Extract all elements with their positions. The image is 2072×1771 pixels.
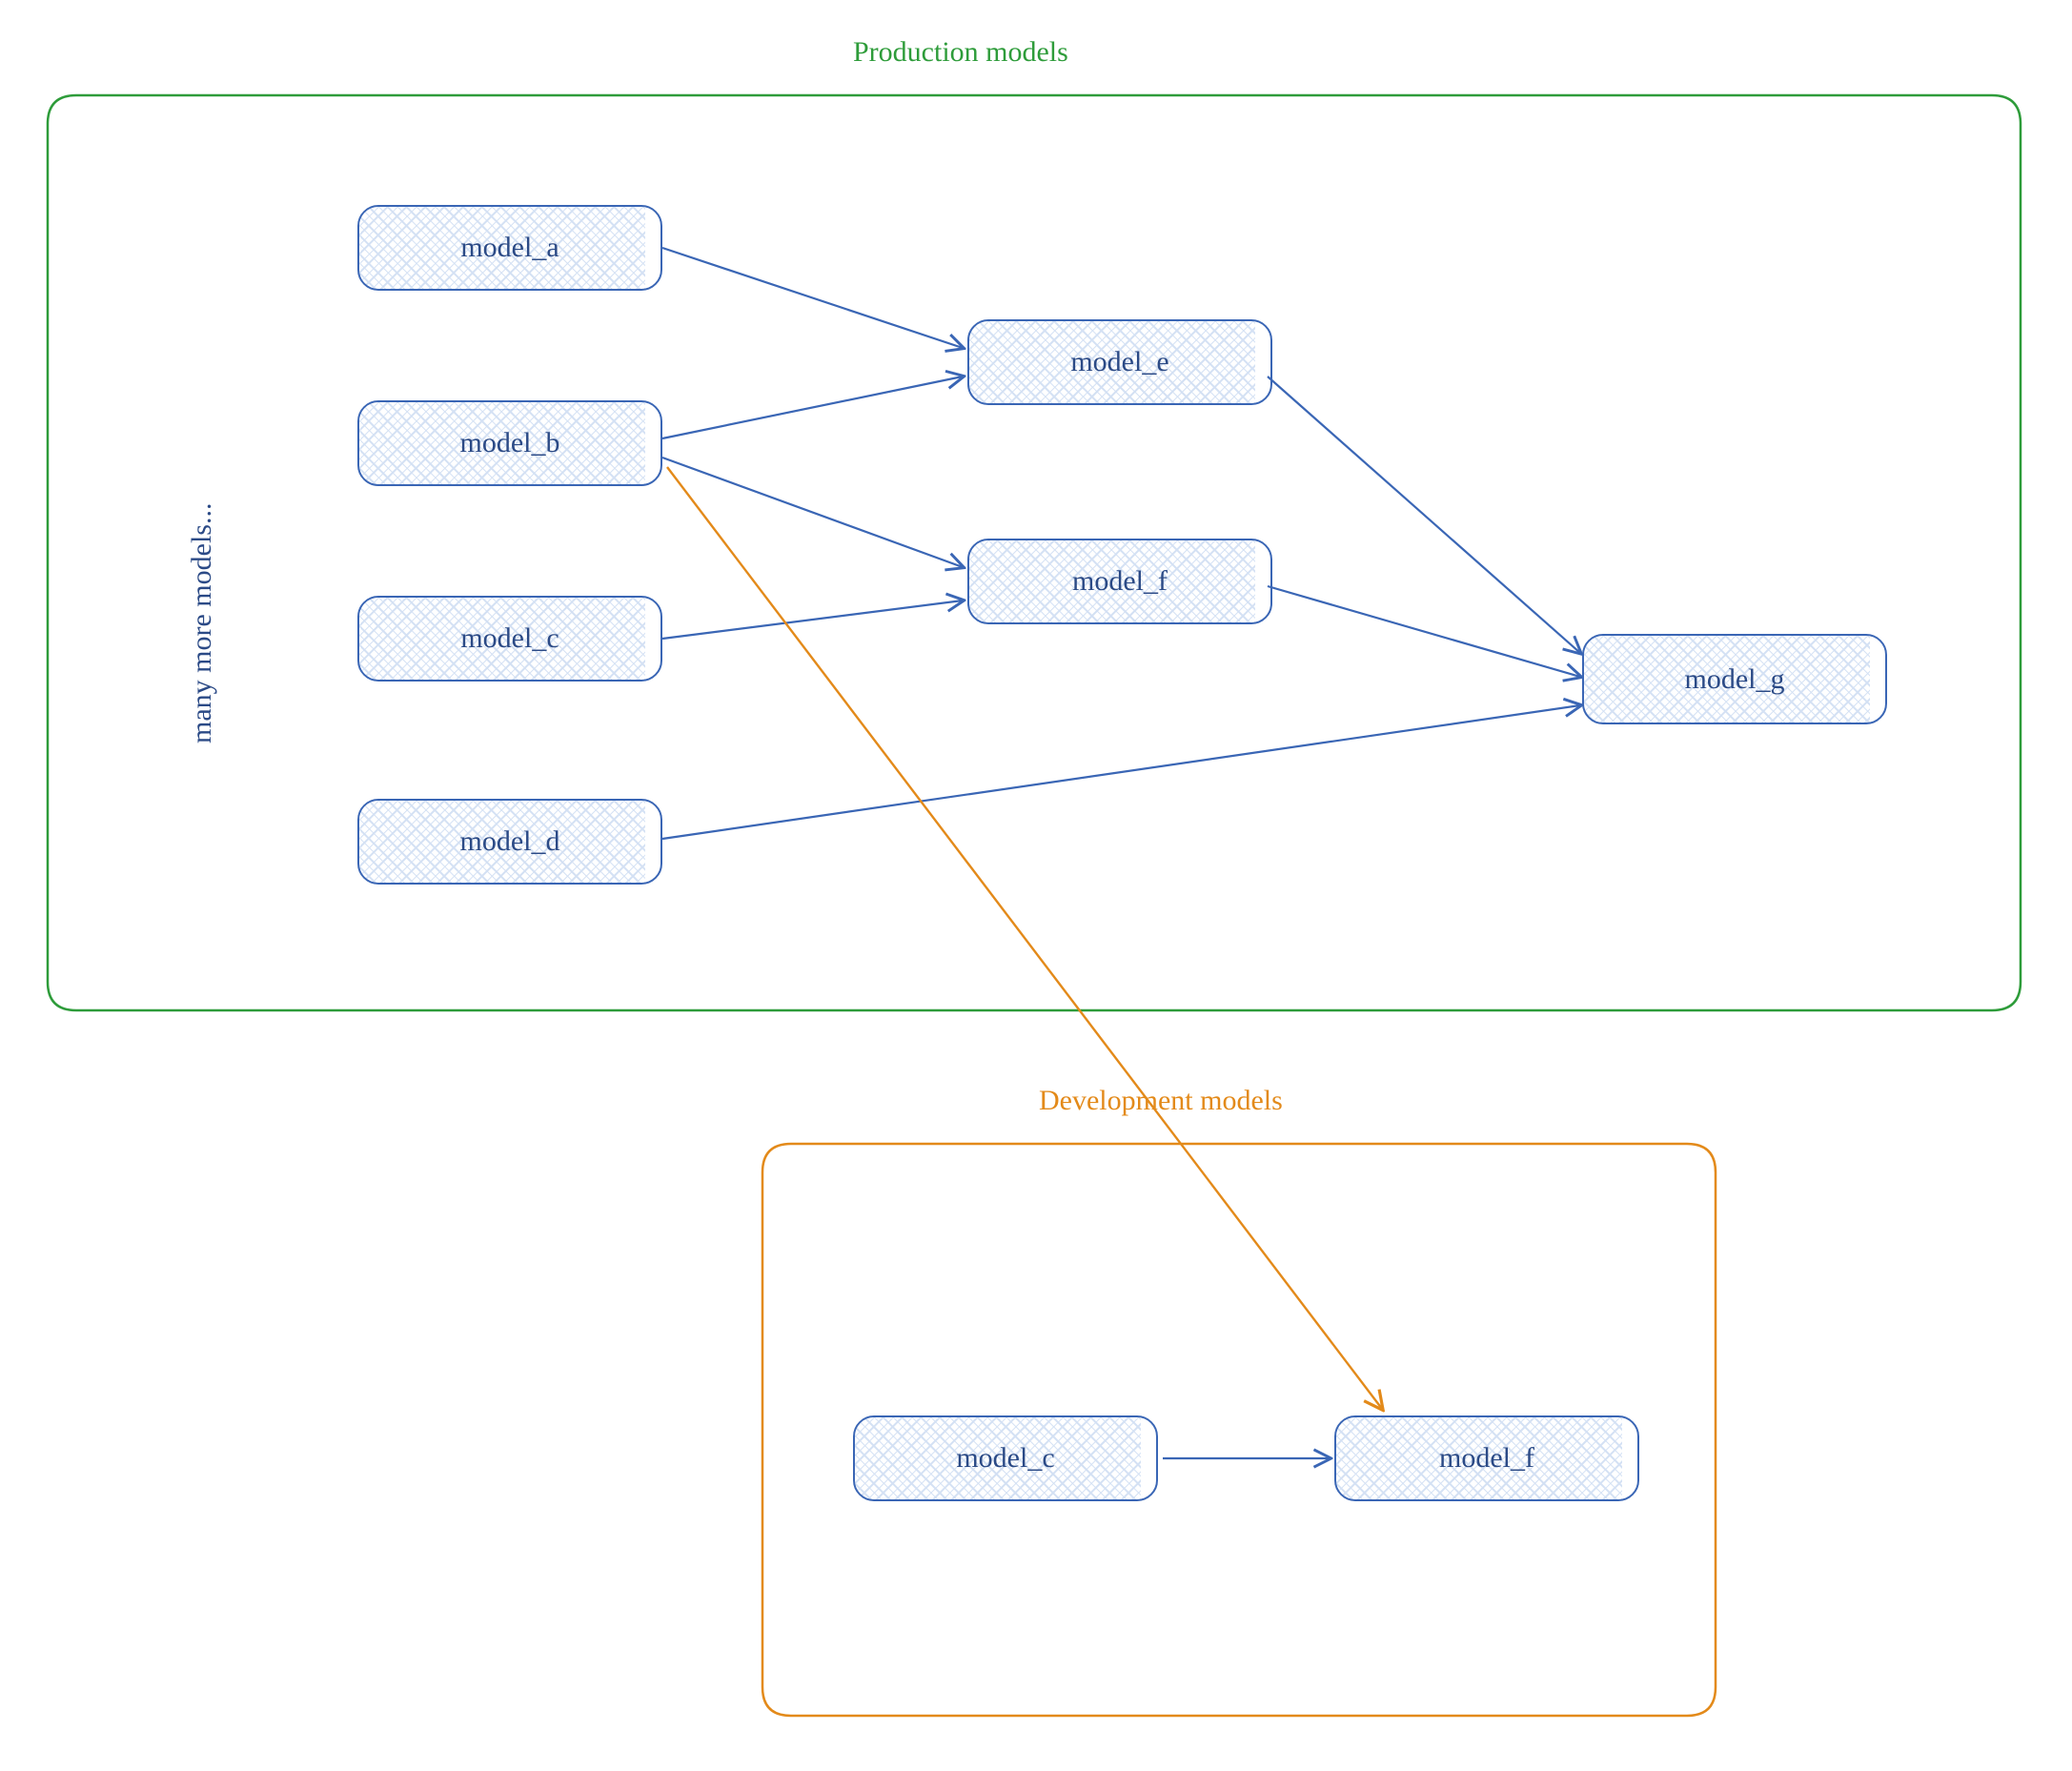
node-prod-model-b: model_b (357, 400, 662, 486)
node-label: model_c (956, 1442, 1054, 1475)
node-label: model_f (1439, 1442, 1534, 1475)
node-label: model_e (1070, 346, 1168, 378)
node-dev-model-c: model_c (853, 1415, 1158, 1501)
node-prod-model-c: model_c (357, 596, 662, 682)
production-group-title: Production models (853, 36, 1068, 69)
node-dev-model-f: model_f (1334, 1415, 1639, 1501)
node-prod-model-e: model_e (967, 319, 1272, 405)
node-label: model_c (460, 622, 559, 655)
node-label: model_a (460, 232, 559, 264)
node-label: model_b (460, 427, 560, 459)
development-group-title: Development models (1039, 1085, 1283, 1117)
edge-e-to-g (1268, 377, 1580, 653)
node-label: model_f (1072, 565, 1168, 598)
edge-f-to-g (1268, 586, 1580, 677)
edge-b-to-e (662, 377, 963, 438)
edge-c-to-f (662, 601, 963, 639)
diagram-canvas: Production models Development models man… (0, 0, 2072, 1771)
edge-d-to-g (662, 705, 1580, 839)
node-prod-model-d: model_d (357, 799, 662, 885)
node-prod-model-f: model_f (967, 539, 1272, 624)
node-label: model_g (1685, 663, 1785, 696)
node-label: model_d (460, 825, 560, 858)
node-prod-model-a: model_a (357, 205, 662, 291)
edge-a-to-e (662, 248, 963, 348)
connector-layer (0, 0, 2072, 1771)
node-prod-model-g: model_g (1582, 634, 1887, 724)
edge-b-to-f (662, 458, 963, 567)
side-label-many-more: many more models... (186, 503, 218, 743)
